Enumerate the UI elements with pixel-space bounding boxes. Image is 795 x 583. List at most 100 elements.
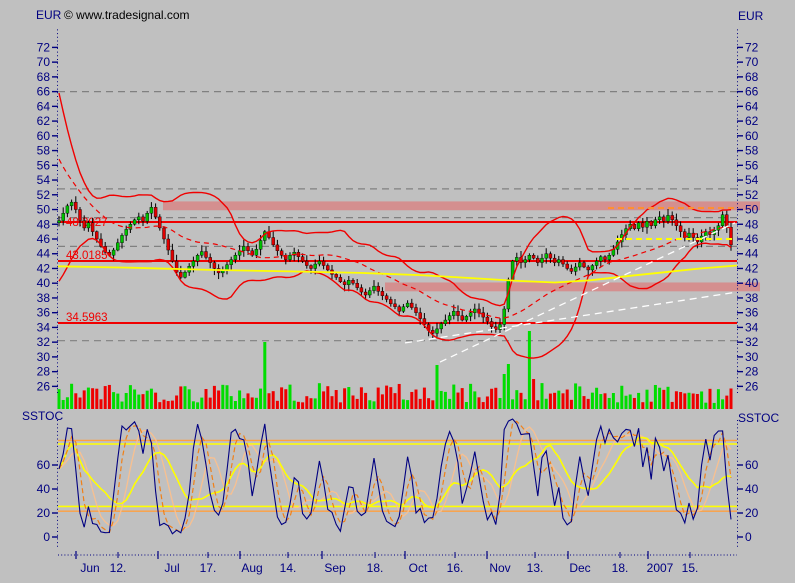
volume-bar: [188, 389, 191, 409]
volume-bar: [574, 383, 577, 409]
volume-bar: [293, 401, 296, 409]
left-axis-tick-label: 38: [37, 291, 51, 305]
axis-tick: [737, 371, 743, 372]
volume-bar: [213, 386, 216, 409]
volume-bar: [725, 396, 728, 409]
right-axis-tick-label: 38: [745, 291, 759, 305]
candle-body: [671, 215, 674, 219]
candle-body: [301, 257, 304, 261]
candle-body: [444, 320, 447, 324]
price-chart-svg[interactable]: 48.302743.018534.59632626282830303232343…: [0, 0, 795, 583]
volume-bar: [604, 393, 607, 409]
candle-body: [595, 261, 598, 265]
volume-bar: [520, 393, 523, 409]
candle-body: [167, 239, 170, 250]
volume-bar: [490, 389, 493, 409]
volume-bar: [511, 399, 514, 409]
axis-tick: [737, 209, 743, 210]
candle-body: [196, 255, 199, 261]
volume-bar: [406, 400, 409, 409]
volume-bar: [280, 387, 283, 409]
volume-bar: [528, 331, 531, 409]
axis-tick: [737, 341, 743, 342]
candle-body: [440, 324, 443, 329]
volume-bar: [209, 398, 212, 409]
candle-body: [654, 220, 657, 226]
chart-background: [0, 0, 795, 583]
left-axis-tick-label: 60: [37, 129, 51, 143]
volume-bar: [671, 402, 674, 409]
axis-tick: [737, 488, 743, 489]
volume-bar: [116, 394, 119, 409]
left-axis-tick-label: 28: [37, 365, 51, 379]
volume-bar: [196, 402, 199, 409]
volume-bar: [364, 393, 367, 409]
axis-tick: [737, 47, 743, 48]
right-axis-tick-label: 54: [745, 173, 759, 187]
axis-tick: [52, 61, 58, 62]
volume-bar: [465, 402, 468, 409]
candle-body: [200, 252, 203, 256]
axis-tick: [52, 253, 58, 254]
volume-bar: [343, 388, 346, 409]
candle-body: [389, 299, 392, 303]
volume-bar: [427, 398, 430, 409]
axis-tick: [52, 47, 58, 48]
candle-body: [276, 245, 279, 251]
volume-bar: [389, 387, 392, 409]
axis-tick: [52, 179, 58, 180]
axis-tick: [52, 135, 58, 136]
volume-bar: [121, 402, 124, 409]
volume-bar: [154, 393, 157, 409]
volume-bar: [125, 393, 128, 409]
candle-body: [171, 250, 174, 261]
sstoc-right-tick-label: 20: [745, 506, 759, 520]
volume-bar: [436, 365, 439, 409]
sstoc-left-tick-label: 60: [37, 458, 51, 472]
volume-bar: [175, 395, 178, 409]
candle-body: [515, 257, 518, 261]
volume-bar: [184, 386, 187, 409]
time-axis-label: 18.: [612, 561, 629, 575]
volume-bar: [469, 384, 472, 409]
volume-bar: [129, 385, 132, 409]
volume-bar: [629, 394, 632, 409]
volume-bar: [163, 400, 166, 409]
candle-body: [242, 246, 245, 250]
candle-body: [163, 228, 166, 239]
axis-tick: [52, 76, 58, 77]
volume-bar: [70, 384, 73, 409]
candle-body: [503, 309, 506, 324]
volume-bar: [272, 391, 275, 409]
left-axis-tick-label: 44: [37, 247, 51, 261]
candle-body: [95, 232, 98, 239]
volume-bar: [179, 386, 182, 409]
candle-body: [74, 202, 77, 209]
axis-tick: [52, 209, 58, 210]
volume-bar: [713, 403, 716, 409]
volume-bar: [368, 400, 371, 409]
candle-body: [146, 213, 149, 221]
candle-body: [259, 240, 262, 249]
volume-bar: [499, 398, 502, 409]
right-axis-tick-label: 48: [745, 217, 759, 231]
left-axis-tick-label: 56: [37, 158, 51, 172]
right-axis-tick-label: 64: [745, 99, 759, 113]
volume-bar: [553, 393, 556, 409]
candle-body: [343, 282, 346, 285]
volume-bar: [146, 391, 149, 409]
time-axis-label: 13.: [527, 561, 544, 575]
time-axis-label: Aug: [241, 561, 262, 575]
candle-body: [394, 304, 397, 307]
axis-tick: [737, 356, 743, 357]
axis-tick: [52, 120, 58, 121]
axis-tick: [52, 341, 58, 342]
volume-bar: [625, 396, 628, 409]
volume-bar: [440, 391, 443, 409]
left-axis-tick-label: 46: [37, 232, 51, 246]
volume-bar: [637, 393, 640, 409]
candle-body: [326, 266, 329, 270]
volume-bar: [662, 390, 665, 409]
axis-tick: [737, 91, 743, 92]
candle-body: [318, 261, 321, 264]
